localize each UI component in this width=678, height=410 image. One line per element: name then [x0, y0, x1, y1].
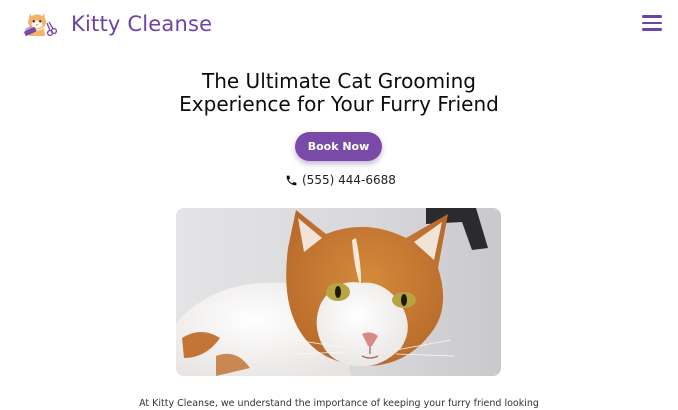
brand-link[interactable]: Kitty Cleanse	[23, 9, 212, 39]
site-header: Kitty Cleanse	[0, 0, 678, 48]
hero-cat-image	[176, 208, 501, 376]
brand-name: Kitty Cleanse	[71, 12, 213, 36]
phone-number: (555) 444-6688	[302, 173, 396, 187]
hamburger-menu-icon[interactable]	[642, 15, 662, 31]
phone-icon	[286, 175, 297, 185]
menu-bar	[642, 21, 662, 25]
page: Kitty Cleanse The Ultimate Cat Grooming …	[0, 0, 678, 410]
intro-text: At Kitty Cleanse, we understand the impo…	[139, 398, 539, 409]
menu-bar	[642, 15, 662, 18]
menu-bar	[642, 28, 662, 31]
headline-line-2: Experience for Your Furry Friend	[179, 92, 499, 116]
hero-headline: The Ultimate Cat Grooming Experience for…	[0, 70, 678, 116]
book-now-button[interactable]: Book Now	[295, 132, 382, 161]
cat-photo-illustration	[176, 208, 501, 376]
headline-line-1: The Ultimate Cat Grooming	[202, 69, 476, 93]
cat-grooming-logo-icon	[24, 13, 57, 37]
phone-link[interactable]: (555) 444-6688	[285, 172, 396, 188]
